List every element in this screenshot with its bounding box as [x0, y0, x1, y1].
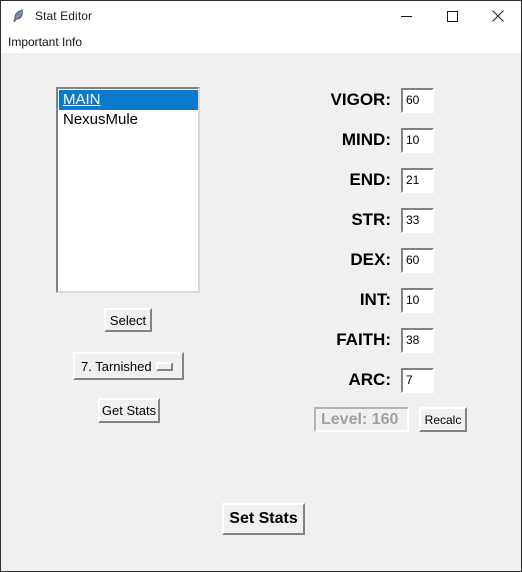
stat-row-end: END: 21 — [251, 167, 434, 193]
stat-row-vigor: VIGOR: 60 — [251, 87, 434, 113]
menu-bar: Important Info — [1, 31, 521, 53]
stat-label-vigor: VIGOR: — [330, 90, 391, 109]
maximize-button[interactable] — [429, 1, 475, 31]
list-item[interactable]: NexusMule — [59, 110, 198, 130]
close-icon — [492, 10, 504, 22]
level-display: Level: 160 — [314, 407, 409, 432]
minimize-button[interactable] — [383, 1, 429, 31]
get-stats-button[interactable]: Get Stats — [98, 398, 160, 423]
close-button[interactable] — [475, 1, 521, 31]
stat-editor-window: Stat Editor Important Info MAIN NexusMul… — [0, 0, 522, 572]
stat-row-int: INT: 10 — [251, 287, 434, 313]
content-area: MAIN NexusMule Select 7. Tarnished Get S… — [1, 53, 521, 571]
stat-label-str: STR: — [351, 210, 391, 229]
stat-input-int[interactable]: 10 — [401, 287, 434, 313]
stat-input-str[interactable]: 33 — [401, 207, 434, 233]
list-item[interactable]: MAIN — [59, 90, 198, 110]
class-option-menu[interactable]: 7. Tarnished — [73, 352, 184, 380]
stat-row-str: STR: 33 — [251, 207, 434, 233]
stat-input-arc[interactable]: 7 — [401, 367, 434, 393]
character-listbox[interactable]: MAIN NexusMule — [56, 87, 200, 293]
stat-input-mind[interactable]: 10 — [401, 127, 434, 153]
stat-row-arc: ARC: 7 — [251, 367, 434, 393]
stat-input-vigor[interactable]: 60 — [401, 87, 434, 113]
set-stats-button[interactable]: Set Stats — [222, 503, 305, 535]
stat-label-faith: FAITH: — [336, 330, 391, 349]
title-bar: Stat Editor — [1, 1, 521, 31]
class-option-menu-label: 7. Tarnished — [81, 358, 152, 374]
minimize-icon — [400, 11, 412, 22]
stat-label-int: INT: — [359, 290, 391, 309]
stat-input-end[interactable]: 21 — [401, 167, 434, 193]
stat-row-mind: MIND: 10 — [251, 127, 434, 153]
stat-input-dex[interactable]: 60 — [401, 247, 434, 273]
stat-label-end: END: — [349, 170, 391, 189]
maximize-icon — [446, 10, 458, 22]
menu-item-important-info[interactable]: Important Info — [1, 33, 86, 51]
stat-label-arc: ARC: — [348, 370, 392, 389]
stat-label-dex: DEX: — [350, 250, 391, 269]
window-controls — [383, 1, 521, 31]
select-button[interactable]: Select — [104, 308, 152, 332]
stat-row-faith: FAITH: 38 — [251, 327, 434, 353]
feather-icon — [10, 8, 26, 24]
window-title: Stat Editor — [35, 9, 93, 23]
stat-input-faith[interactable]: 38 — [401, 327, 434, 353]
stat-label-mind: MIND: — [341, 130, 391, 149]
recalc-button[interactable]: Recalc — [419, 407, 467, 432]
option-menu-indicator-icon — [156, 361, 173, 371]
stat-row-dex: DEX: 60 — [251, 247, 434, 273]
